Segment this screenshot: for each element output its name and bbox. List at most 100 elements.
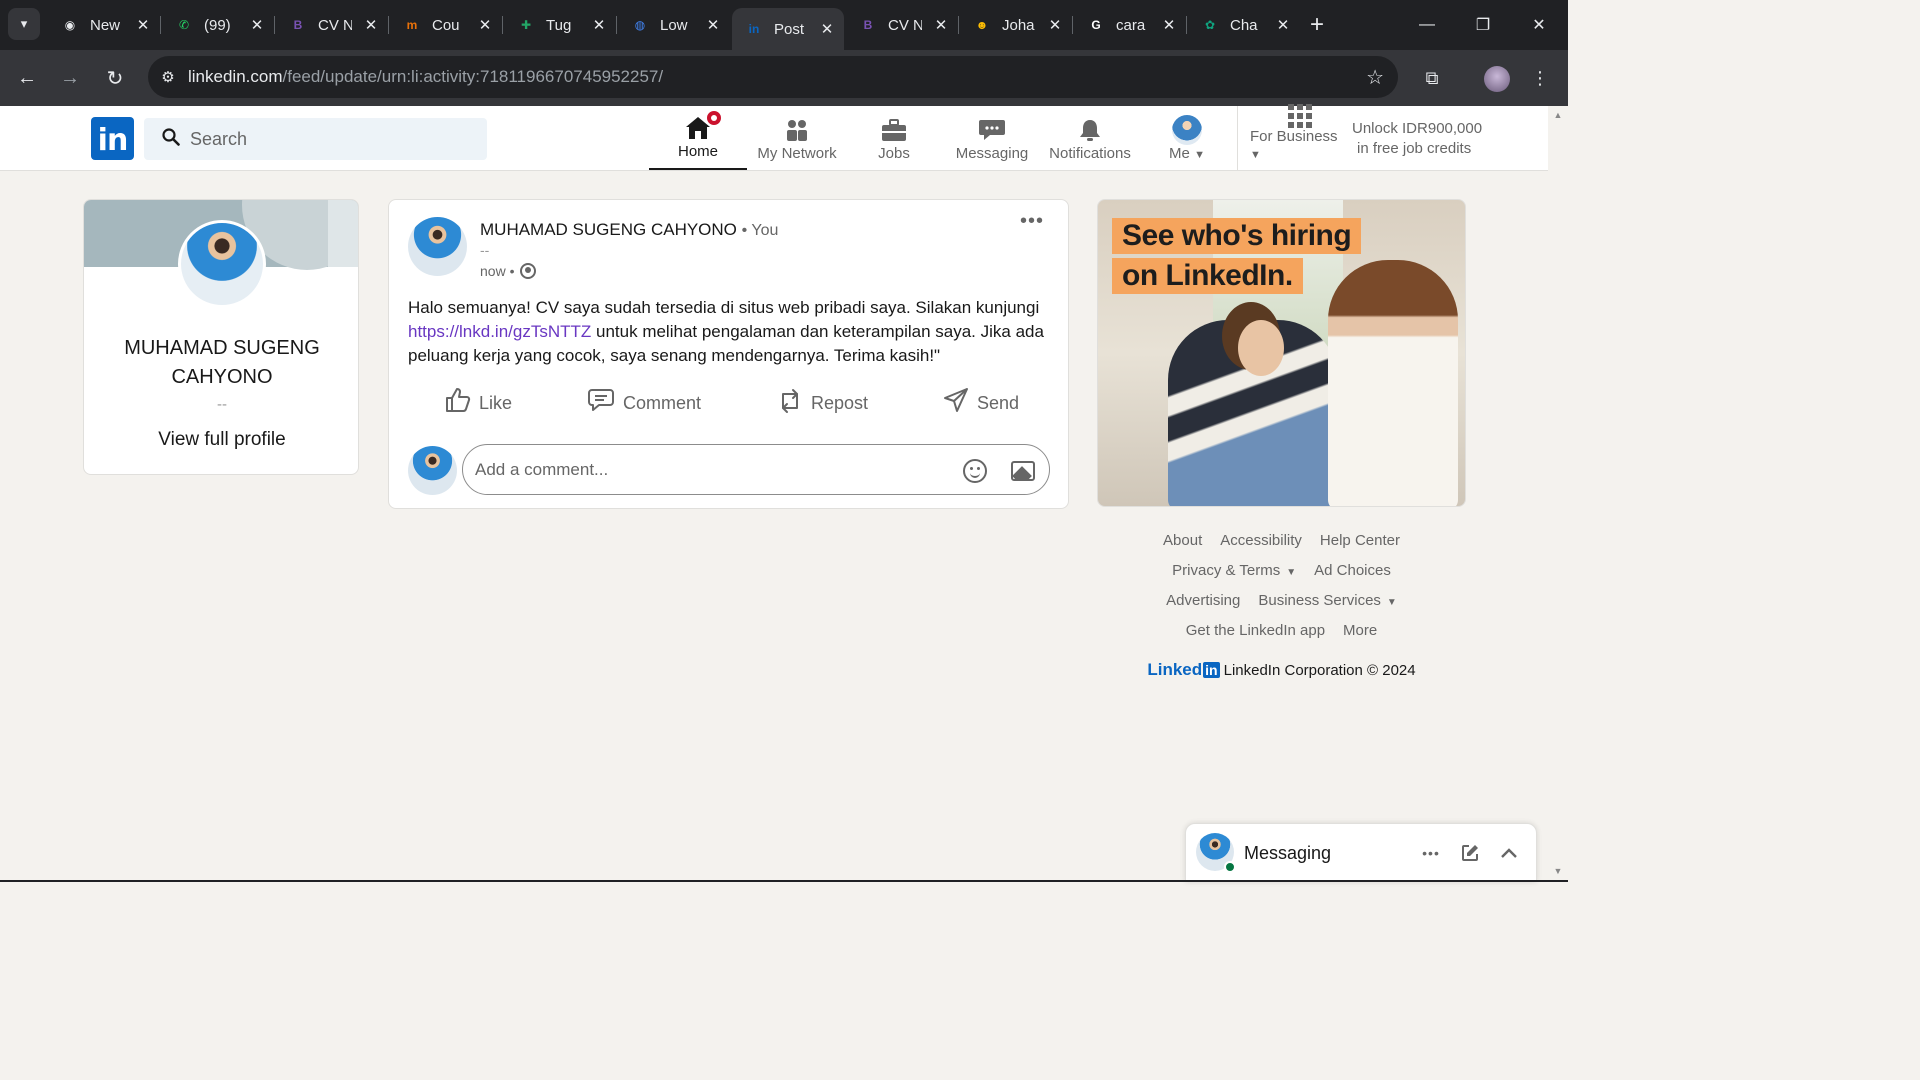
tab-close-icon[interactable]: ✕	[818, 20, 836, 38]
back-icon[interactable]: ←	[11, 62, 43, 94]
linkedin-logo-text: in	[97, 123, 129, 158]
restore-icon[interactable]: ❐	[1468, 10, 1498, 40]
tab-title: cara	[1116, 16, 1146, 34]
apps-grid-icon	[1288, 104, 1312, 128]
nav-jobs[interactable]: Jobs	[855, 106, 933, 170]
tab-close-icon[interactable]: ✕	[362, 16, 380, 34]
tab-close-icon[interactable]: ✕	[1160, 16, 1178, 34]
forward-icon[interactable]: →	[54, 62, 86, 94]
post-author-avatar[interactable]	[408, 217, 467, 276]
tab-close-icon[interactable]: ✕	[1274, 16, 1292, 34]
ad-headline: See who's hiring on LinkedIn.	[1112, 218, 1362, 298]
address-bar[interactable]: ⚙ linkedin.com/feed/update/urn:li:activi…	[148, 56, 1398, 98]
premium-upsell-link[interactable]: Unlock IDR900,000 in free job credits	[1352, 119, 1482, 159]
chevron-up-icon[interactable]	[1496, 840, 1522, 866]
search-icon	[162, 127, 180, 151]
footer-accessibility-link[interactable]: Accessibility	[1220, 528, 1302, 558]
post-link[interactable]: https://lnkd.in/gzTsNTTZ	[408, 322, 591, 341]
nav-me[interactable]: Me ▼	[1157, 106, 1217, 170]
browser-tab[interactable]: ☻ Joha ✕	[960, 8, 1072, 42]
linkedin-wordmark: Linked in	[1147, 660, 1220, 680]
search-bar[interactable]	[144, 118, 487, 160]
tab-close-icon[interactable]: ✕	[590, 16, 608, 34]
bookmark-star-icon[interactable]: ☆	[1366, 65, 1384, 90]
browser-tab[interactable]: ✆ (99) ✕	[162, 8, 274, 42]
add-image-button[interactable]	[1009, 457, 1037, 485]
browser-tab[interactable]: ◍ Low ✕	[618, 8, 730, 42]
footer-help-center-link[interactable]: Help Center	[1320, 528, 1400, 558]
footer-advertising-link[interactable]: Advertising	[1166, 588, 1240, 618]
repost-label: Repost	[811, 392, 869, 413]
comment-input[interactable]	[475, 459, 945, 480]
reload-icon[interactable]: ↻	[99, 62, 131, 94]
nav-for-business[interactable]: For Business ▼	[1250, 104, 1350, 170]
url-text[interactable]: linkedin.com/feed/update/urn:li:activity…	[188, 67, 663, 87]
repost-button[interactable]: Repost	[777, 388, 868, 418]
tab-close-icon[interactable]: ✕	[704, 16, 722, 34]
more-options-icon[interactable]: •••	[1020, 210, 1044, 233]
page-scrollbar[interactable]: ▲ ▼	[1548, 106, 1568, 882]
footer-get-app-link[interactable]: Get the LinkedIn app	[1186, 618, 1325, 648]
nav-home[interactable]: Home	[649, 106, 747, 170]
browser-menu-icon[interactable]: ⋮	[1524, 62, 1556, 94]
comment-box[interactable]	[462, 444, 1050, 495]
tab-close-icon[interactable]: ✕	[932, 16, 950, 34]
extensions-icon[interactable]: ⧉	[1416, 62, 1448, 94]
browser-tab[interactable]: B CV N ✕	[276, 8, 388, 42]
browser-tab[interactable]: m Cou ✕	[390, 8, 502, 42]
browser-tab[interactable]: ✿ Cha ✕	[1188, 8, 1300, 42]
tab-close-icon[interactable]: ✕	[134, 16, 152, 34]
messaging-dock-title[interactable]: Messaging	[1244, 843, 1331, 864]
site-info-icon[interactable]: ⚙	[148, 68, 188, 86]
footer-business-services-label: Business Services	[1258, 592, 1381, 609]
profile-name[interactable]: MUHAMAD SUGENG CAHYONO	[84, 334, 358, 392]
emoji-picker-button[interactable]	[961, 457, 989, 485]
search-input[interactable]	[190, 128, 470, 150]
browser-tab[interactable]: Gcara ✕	[1074, 8, 1186, 42]
minimize-icon[interactable]: —	[1412, 10, 1442, 40]
footer-about-link[interactable]: About	[1163, 528, 1202, 558]
close-window-icon[interactable]: ✕	[1524, 10, 1554, 40]
comment-button[interactable]: Comment	[587, 388, 701, 418]
nav-my-network[interactable]: My Network	[749, 106, 845, 170]
browser-tab[interactable]: B CV N ✕	[846, 8, 958, 42]
caret-down-icon: ▼	[1286, 567, 1297, 578]
messaging-more-icon[interactable]: •••	[1418, 840, 1444, 866]
post-author-name[interactable]: MUHAMAD SUGENG CAHYONO	[480, 220, 737, 239]
browser-tab[interactable]: ✚ Tug ✕	[504, 8, 616, 42]
post-time-text: now •	[480, 263, 515, 279]
linkedin-logo[interactable]: in	[91, 117, 134, 160]
scroll-down-arrow-icon[interactable]: ▼	[1553, 866, 1563, 876]
thumbs-up-icon	[445, 387, 471, 420]
messaging-dock[interactable]: Messaging •••	[1185, 823, 1537, 882]
compose-icon[interactable]	[1457, 840, 1483, 866]
tab-close-icon[interactable]: ✕	[476, 16, 494, 34]
tab-close-icon[interactable]: ✕	[248, 16, 266, 34]
nav-notifications[interactable]: Notifications	[1043, 106, 1137, 170]
footer-row-3: Advertising Business Services ▼	[1097, 588, 1466, 618]
mooc-icon: m	[406, 18, 418, 32]
profile-headline: --	[217, 396, 227, 413]
ad-banner[interactable]: See who's hiring on LinkedIn.	[1097, 199, 1466, 507]
browser-tab[interactable]: ◉ New ✕	[48, 8, 160, 42]
send-button[interactable]: Send	[943, 387, 1020, 418]
new-tab-button[interactable]: +	[1304, 12, 1330, 38]
send-label: Send	[977, 392, 1020, 413]
browser-tab[interactable]: in Post ✕	[732, 8, 844, 50]
footer-ad-choices-link[interactable]: Ad Choices	[1314, 558, 1391, 588]
tab-search-button[interactable]: ▾	[8, 8, 40, 40]
view-full-profile-link[interactable]: View full profile	[84, 429, 358, 451]
whatsapp-icon: ✆	[178, 18, 190, 32]
scroll-up-arrow-icon[interactable]: ▲	[1553, 110, 1563, 120]
profile-photo[interactable]	[178, 220, 266, 308]
nav-messaging[interactable]: Messaging	[947, 106, 1037, 170]
tab-title: CV N	[888, 16, 922, 34]
tab-title: Cou	[432, 16, 460, 34]
footer-more-link[interactable]: More	[1343, 618, 1377, 648]
footer-business-services-link[interactable]: Business Services ▼	[1258, 588, 1396, 618]
footer-privacy-terms-link[interactable]: Privacy & Terms ▼	[1172, 558, 1296, 588]
chevron-down-icon: ▼	[1250, 149, 1261, 161]
like-button[interactable]: Like	[445, 387, 512, 420]
browser-profile-avatar[interactable]	[1484, 66, 1510, 92]
tab-close-icon[interactable]: ✕	[1046, 16, 1064, 34]
